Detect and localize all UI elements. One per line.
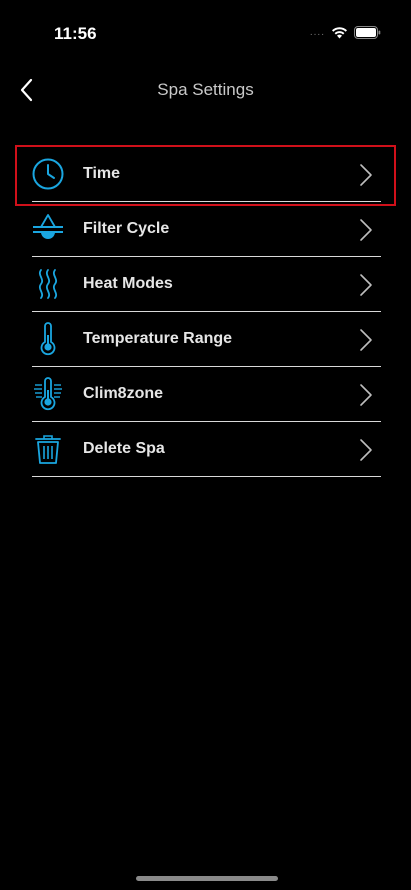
thermometer-icon [28,319,68,359]
item-label: Delete Spa [83,440,165,457]
settings-list: Time Filter Cycle Heat Modes Temperature… [32,147,381,477]
item-label: Time [83,165,121,182]
status-time: 11:56 [54,24,97,43]
list-item-clim8zone[interactable]: Clim8zone [32,367,381,422]
chevron-right-icon [360,164,372,186]
chevron-right-icon [360,439,372,461]
trash-icon [28,429,68,469]
item-label: Clim8zone [83,385,164,402]
list-item-temperature-range[interactable]: Temperature Range [32,312,381,367]
status-bar: 11:56 .... [0,0,411,60]
item-label: Filter Cycle [83,220,170,237]
home-indicator[interactable] [136,876,278,881]
clock-icon [28,154,68,194]
heat-waves-icon [28,264,68,304]
page-title: Spa Settings [157,80,254,99]
chevron-right-icon [360,219,372,241]
battery-icon [354,26,381,39]
status-icons: .... [310,26,381,39]
clim8zone-thermometer-icon [28,374,68,414]
chevron-right-icon [360,384,372,406]
filter-drop-icon [28,209,68,249]
list-item-filter-cycle[interactable]: Filter Cycle [32,202,381,257]
list-item-delete-spa[interactable]: Delete Spa [32,422,381,477]
chevron-right-icon [360,329,372,351]
chevron-right-icon [360,274,372,296]
item-label: Heat Modes [83,275,173,292]
list-item-heat-modes[interactable]: Heat Modes [32,257,381,312]
signal-dots: .... [309,27,325,38]
list-item-time[interactable]: Time [32,147,381,202]
nav-bar: Spa Settings [0,70,411,110]
wifi-icon [331,26,348,39]
phone-screen: 11:56 .... Spa Settings Time Filter Cycl… [0,0,411,890]
item-label: Temperature Range [83,330,233,347]
